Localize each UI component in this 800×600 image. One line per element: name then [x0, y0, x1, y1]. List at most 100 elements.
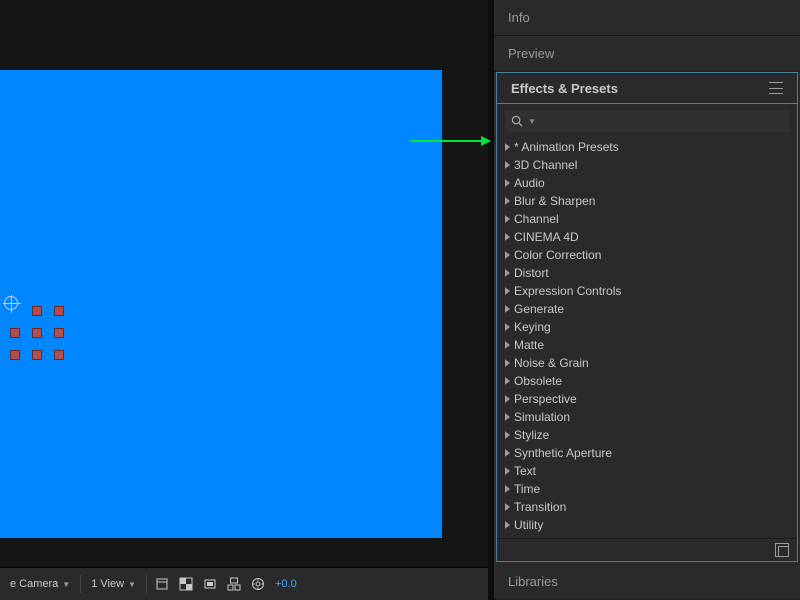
handle-bottom-right[interactable]	[54, 350, 64, 360]
separator	[146, 575, 147, 593]
effects-category-row[interactable]: Expression Controls	[505, 282, 789, 300]
disclosure-triangle-icon[interactable]	[505, 305, 510, 313]
composition-viewer-pane: e Camera ▼ 1 View ▼	[0, 0, 488, 600]
search-icon	[511, 115, 524, 128]
disclosure-triangle-icon[interactable]	[505, 233, 510, 241]
effects-category-row[interactable]: Channel	[505, 210, 789, 228]
effects-category-label: Transition	[514, 500, 566, 514]
disclosure-triangle-icon[interactable]	[505, 503, 510, 511]
effects-category-row[interactable]: Audio	[505, 174, 789, 192]
effects-category-label: Distort	[514, 266, 549, 280]
toggle-pixel-aspect-icon[interactable]	[153, 575, 171, 593]
handle-right[interactable]	[54, 328, 64, 338]
effects-category-label: Simulation	[514, 410, 570, 424]
effects-category-row[interactable]: Distort	[505, 264, 789, 282]
effects-category-row[interactable]: 3D Channel	[505, 156, 789, 174]
disclosure-triangle-icon[interactable]	[505, 287, 510, 295]
disclosure-triangle-icon[interactable]	[505, 485, 510, 493]
effects-category-label: CINEMA 4D	[514, 230, 579, 244]
handle-center[interactable]	[32, 328, 42, 338]
effects-search-field[interactable]: ▼	[505, 110, 789, 132]
effects-category-row[interactable]: Generate	[505, 300, 789, 318]
composition-viewer[interactable]	[0, 0, 488, 567]
effects-category-row[interactable]: Keying	[505, 318, 789, 336]
disclosure-triangle-icon[interactable]	[505, 359, 510, 367]
disclosure-triangle-icon[interactable]	[505, 413, 510, 421]
effects-category-row[interactable]: Blur & Sharpen	[505, 192, 789, 210]
panel-effects-presets: Effects & Presets ▼ * Animation Presets 3…	[496, 72, 798, 562]
selected-layer-handles[interactable]	[10, 300, 68, 358]
effects-category-row[interactable]: Text	[505, 462, 789, 480]
panel-title: Preview	[508, 46, 554, 61]
disclosure-triangle-icon[interactable]	[505, 143, 510, 151]
handle-bottom[interactable]	[32, 350, 42, 360]
viewer-footer-toolbar: e Camera ▼ 1 View ▼	[0, 567, 488, 600]
effects-category-label: Audio	[514, 176, 545, 190]
effects-category-row[interactable]: Noise & Grain	[505, 354, 789, 372]
panel-preview-header[interactable]: Preview	[494, 36, 800, 72]
disclosure-triangle-icon[interactable]	[505, 161, 510, 169]
panel-info-header[interactable]: Info	[494, 0, 800, 36]
app-root: e Camera ▼ 1 View ▼	[0, 0, 800, 600]
views-dropdown[interactable]: 1 View ▼	[87, 576, 140, 592]
effects-category-tree[interactable]: * Animation Presets 3D Channel Audio Blur &…	[497, 138, 797, 538]
right-panel-stack: Info Preview Effects & Presets ▼ * An	[494, 0, 800, 600]
disclosure-triangle-icon[interactable]	[505, 215, 510, 223]
fast-previews-icon[interactable]	[249, 575, 267, 593]
effects-category-row[interactable]: Perspective	[505, 390, 789, 408]
handle-left[interactable]	[10, 328, 20, 338]
effects-category-row[interactable]: CINEMA 4D	[505, 228, 789, 246]
effects-category-row[interactable]: Obsolete	[505, 372, 789, 390]
effects-category-label: 3D Channel	[514, 158, 577, 172]
handle-top-right[interactable]	[54, 306, 64, 316]
effects-category-label: Perspective	[514, 392, 577, 406]
disclosure-triangle-icon[interactable]	[505, 377, 510, 385]
disclosure-triangle-icon[interactable]	[505, 197, 510, 205]
chevron-down-icon: ▼	[528, 117, 536, 126]
effects-category-row[interactable]: Synthetic Aperture	[505, 444, 789, 462]
effects-search-input[interactable]	[540, 113, 783, 129]
region-of-interest-icon[interactable]	[225, 575, 243, 593]
disclosure-triangle-icon[interactable]	[505, 323, 510, 331]
disclosure-triangle-icon[interactable]	[505, 395, 510, 403]
exposure-value[interactable]: +0.0	[273, 578, 297, 590]
chevron-down-icon: ▼	[62, 580, 70, 589]
disclosure-triangle-icon[interactable]	[505, 251, 510, 259]
disclosure-triangle-icon[interactable]	[505, 431, 510, 439]
panel-title: Effects & Presets	[511, 81, 618, 96]
separator	[80, 575, 81, 593]
effects-category-row[interactable]: Color Correction	[505, 246, 789, 264]
disclosure-triangle-icon[interactable]	[505, 449, 510, 457]
panel-effects-header[interactable]: Effects & Presets	[497, 73, 797, 104]
disclosure-triangle-icon[interactable]	[505, 341, 510, 349]
handle-top[interactable]	[32, 306, 42, 316]
anchor-point-icon[interactable]	[4, 296, 18, 310]
camera-dropdown[interactable]: e Camera ▼	[6, 576, 74, 592]
handle-bottom-left[interactable]	[10, 350, 20, 360]
effects-category-label: Expression Controls	[514, 284, 621, 298]
disclosure-triangle-icon[interactable]	[505, 521, 510, 529]
effects-category-row[interactable]: Stylize	[505, 426, 789, 444]
panel-libraries-header[interactable]: Libraries	[494, 564, 800, 600]
effects-category-label: Generate	[514, 302, 564, 316]
panel-title: Libraries	[508, 574, 558, 589]
effects-category-label: Keying	[514, 320, 551, 334]
panel-title: Info	[508, 10, 530, 25]
toggle-transparency-grid-icon[interactable]	[177, 575, 195, 593]
panel-menu-icon[interactable]	[769, 82, 783, 94]
effects-category-label: * Animation Presets	[514, 140, 619, 154]
effects-category-row[interactable]: Time	[505, 480, 789, 498]
effects-category-row[interactable]: Simulation	[505, 408, 789, 426]
disclosure-triangle-icon[interactable]	[505, 467, 510, 475]
disclosure-triangle-icon[interactable]	[505, 179, 510, 187]
effects-category-row[interactable]: Transition	[505, 498, 789, 516]
camera-label: e Camera	[10, 578, 58, 590]
effects-category-label: Noise & Grain	[514, 356, 589, 370]
effects-category-row[interactable]: Utility	[505, 516, 789, 534]
toggle-mask-icon[interactable]	[201, 575, 219, 593]
disclosure-triangle-icon[interactable]	[505, 269, 510, 277]
effects-category-label: Blur & Sharpen	[514, 194, 595, 208]
effects-category-row[interactable]: Matte	[505, 336, 789, 354]
new-bin-icon[interactable]	[775, 543, 789, 557]
effects-category-row[interactable]: * Animation Presets	[505, 138, 789, 156]
